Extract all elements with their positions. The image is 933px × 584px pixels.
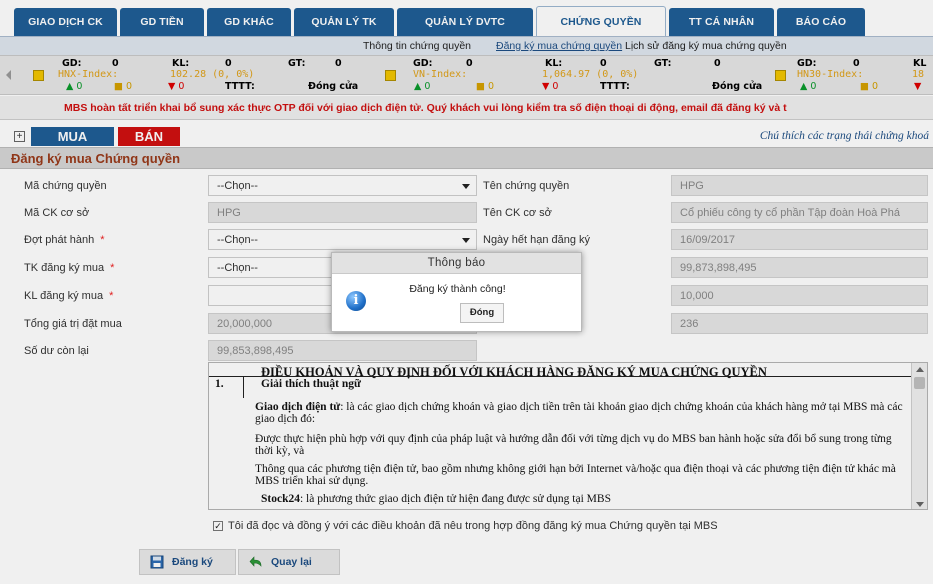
dialog-message: Đăng ký thành công! [409, 283, 506, 295]
dialog-close-button[interactable]: Đóng [460, 303, 504, 323]
info-icon: i [346, 291, 366, 311]
dialog-title: Thông báo [332, 253, 581, 274]
notification-dialog: Thông báo Đăng ký thành công! i Đóng [331, 252, 582, 332]
